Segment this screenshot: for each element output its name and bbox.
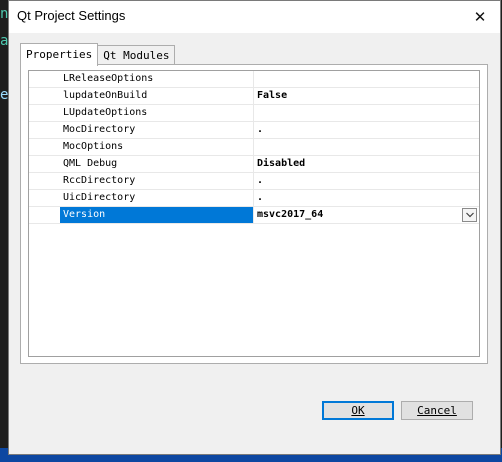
tab-properties[interactable]: Properties: [20, 43, 99, 66]
property-row[interactable]: LUpdateOptions: [29, 105, 479, 122]
version-combobox[interactable]: msvc2017_64: [255, 207, 479, 223]
property-row[interactable]: MocDirectory .: [29, 122, 479, 139]
property-row[interactable]: UicDirectory .: [29, 190, 479, 207]
properties-panel: LReleaseOptions lupdateOnBuild False LUp…: [20, 64, 488, 364]
property-name: QML Debug: [60, 156, 254, 172]
property-row-selected[interactable]: Version msvc2017_64: [29, 207, 479, 224]
property-name: LReleaseOptions: [60, 71, 254, 87]
property-row[interactable]: QML Debug Disabled: [29, 156, 479, 173]
property-row[interactable]: MocOptions: [29, 139, 479, 156]
property-value[interactable]: [255, 139, 479, 155]
property-value[interactable]: False: [255, 88, 479, 104]
property-value[interactable]: [255, 105, 479, 121]
property-name: MocDirectory: [60, 122, 254, 138]
cancel-button[interactable]: Cancel: [401, 401, 473, 420]
property-name: Version: [60, 207, 254, 223]
title-bar: Qt Project Settings ✕: [9, 1, 500, 33]
property-row[interactable]: RccDirectory .: [29, 173, 479, 190]
qt-project-settings-dialog: Qt Project Settings ✕ Properties Qt Modu…: [8, 0, 501, 455]
property-value: msvc2017_64: [257, 209, 324, 220]
tab-bar: Properties Qt Modules: [20, 43, 176, 66]
chevron-down-icon[interactable]: [462, 208, 477, 222]
property-value[interactable]: Disabled: [255, 156, 479, 172]
property-value[interactable]: [255, 71, 479, 87]
property-name: UicDirectory: [60, 190, 254, 206]
property-value[interactable]: .: [255, 190, 479, 206]
property-name: MocOptions: [60, 139, 254, 155]
property-name: RccDirectory: [60, 173, 254, 189]
property-value[interactable]: .: [255, 173, 479, 189]
tab-qt-modules[interactable]: Qt Modules: [97, 45, 176, 66]
property-name: LUpdateOptions: [60, 105, 254, 121]
close-icon[interactable]: ✕: [466, 5, 494, 29]
property-row[interactable]: LReleaseOptions: [29, 71, 479, 88]
property-name: lupdateOnBuild: [60, 88, 254, 104]
property-grid: LReleaseOptions lupdateOnBuild False LUp…: [28, 70, 480, 357]
property-row[interactable]: lupdateOnBuild False: [29, 88, 479, 105]
property-value[interactable]: .: [255, 122, 479, 138]
ok-button[interactable]: OK: [322, 401, 394, 420]
dialog-title: Qt Project Settings: [17, 8, 126, 23]
